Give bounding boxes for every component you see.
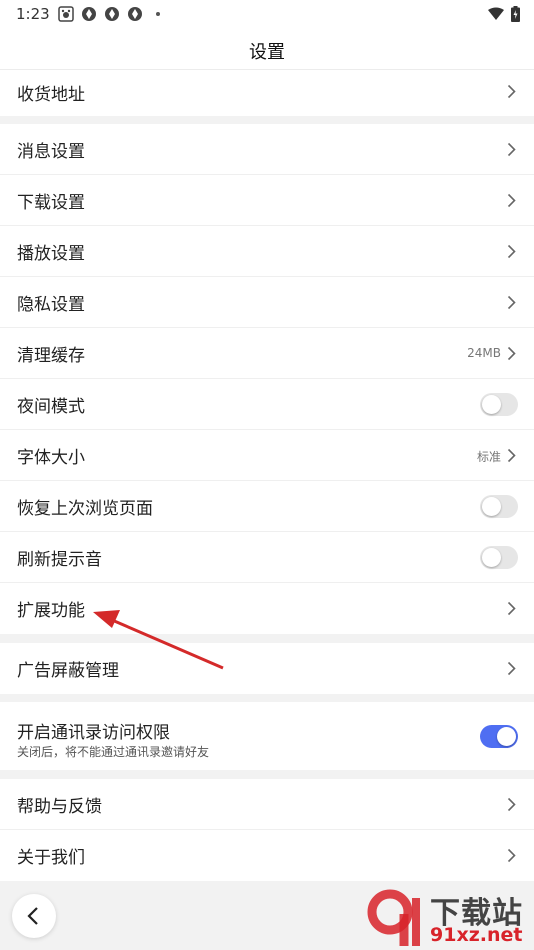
settings-row-label: 收货地址 xyxy=(17,85,85,105)
settings-row-refresh-sound: 刷新提示音 xyxy=(0,532,534,583)
settings-group-ads: 广告屏蔽管理 xyxy=(0,643,534,694)
toggle-knob xyxy=(482,548,501,567)
settings-row-playback[interactable]: 播放设置 xyxy=(0,226,534,277)
watermark-logo-icon xyxy=(367,889,420,946)
app-notification-icon xyxy=(105,7,119,21)
chevron-left-icon xyxy=(27,907,38,925)
chevron-right-icon xyxy=(507,244,516,259)
chevron-right-icon xyxy=(507,661,516,676)
chevron-right-icon xyxy=(507,848,516,863)
chevron-right-icon xyxy=(507,295,516,310)
settings-row-label: 字体大小 xyxy=(17,448,85,468)
settings-row-label: 清理缓存 xyxy=(17,346,85,366)
watermark: 下载站 91xz.net xyxy=(364,888,534,948)
settings-row-about-us[interactable]: 关于我们 xyxy=(0,830,534,881)
settings-row-help-feedback[interactable]: 帮助与反馈 xyxy=(0,779,534,830)
status-time: 1:23 xyxy=(16,5,50,23)
chevron-right-icon xyxy=(507,193,516,208)
settings-group-contacts: 开启通讯录访问权限 关闭后，将不能通过通讯录邀请好友 xyxy=(0,702,534,770)
chevron-right-icon xyxy=(507,84,516,99)
settings-row-contacts-permission: 开启通讯录访问权限 关闭后，将不能通过通讯录邀请好友 xyxy=(0,702,534,770)
refresh-sound-toggle[interactable] xyxy=(480,546,518,569)
settings-row-label: 扩展功能 xyxy=(17,601,85,621)
settings-row-label: 下载设置 xyxy=(17,193,85,213)
settings-row-subtitle: 关闭后，将不能通过通讯录邀请好友 xyxy=(17,745,210,759)
battery-icon xyxy=(511,6,520,22)
baidu-app-icon xyxy=(58,6,74,22)
toggle-knob xyxy=(482,395,501,414)
settings-row-download[interactable]: 下载设置 xyxy=(0,175,534,226)
restore-last-page-toggle[interactable] xyxy=(480,495,518,518)
settings-row-label: 夜间模式 xyxy=(17,397,85,417)
contacts-permission-toggle[interactable] xyxy=(480,725,518,748)
app-notification-icon xyxy=(128,7,142,21)
back-button[interactable] xyxy=(12,894,56,938)
more-notifications-dot-icon xyxy=(156,12,160,16)
settings-row-label: 帮助与反馈 xyxy=(17,797,102,817)
page-title: 设置 xyxy=(249,42,285,63)
settings-row-clear-cache[interactable]: 清理缓存 24MB xyxy=(0,328,534,379)
settings-row-label: 消息设置 xyxy=(17,142,85,162)
settings-row-label: 恢复上次浏览页面 xyxy=(17,499,153,519)
settings-row-label: 广告屏蔽管理 xyxy=(17,661,119,681)
chevron-right-icon xyxy=(507,346,516,361)
settings-row-ad-block[interactable]: 广告屏蔽管理 xyxy=(0,643,534,694)
title-bar: 设置 xyxy=(0,30,534,70)
cache-size-value: 24MB xyxy=(467,346,501,360)
notification-icons xyxy=(58,6,160,22)
settings-row-shipping-address[interactable]: 收货地址 xyxy=(0,70,534,116)
settings-row-label: 开启通讯录访问权限 xyxy=(17,723,170,743)
settings-group-help: 帮助与反馈 关于我们 xyxy=(0,779,534,881)
font-size-value: 标准 xyxy=(476,450,501,464)
settings-row-label: 播放设置 xyxy=(17,244,85,264)
toggle-knob xyxy=(482,497,501,516)
status-bar: 1:23 xyxy=(0,0,534,30)
app-notification-icon xyxy=(82,7,96,21)
chevron-right-icon xyxy=(507,797,516,812)
chevron-right-icon xyxy=(507,142,516,157)
settings-row-message[interactable]: 消息设置 xyxy=(0,124,534,175)
settings-row-label: 刷新提示音 xyxy=(17,550,102,570)
toggle-knob xyxy=(497,727,516,746)
night-mode-toggle[interactable] xyxy=(480,393,518,416)
wifi-icon xyxy=(488,7,504,20)
settings-row-privacy[interactable]: 隐私设置 xyxy=(0,277,534,328)
chevron-right-icon xyxy=(507,448,516,463)
watermark-url: 91xz.net xyxy=(430,924,523,946)
settings-row-font-size[interactable]: 字体大小 标准 xyxy=(0,430,534,481)
settings-row-extensions[interactable]: 扩展功能 xyxy=(0,583,534,634)
settings-row-night-mode: 夜间模式 xyxy=(0,379,534,430)
settings-group-general: 消息设置 下载设置 播放设置 隐私设置 清理缓存 24MB 夜间模式 字体大小 … xyxy=(0,124,534,634)
chevron-right-icon xyxy=(507,601,516,616)
settings-row-label: 关于我们 xyxy=(17,848,85,868)
settings-row-label: 隐私设置 xyxy=(17,295,85,315)
settings-row-restore-last-page: 恢复上次浏览页面 xyxy=(0,481,534,532)
settings-group-address: 收货地址 xyxy=(0,70,534,116)
